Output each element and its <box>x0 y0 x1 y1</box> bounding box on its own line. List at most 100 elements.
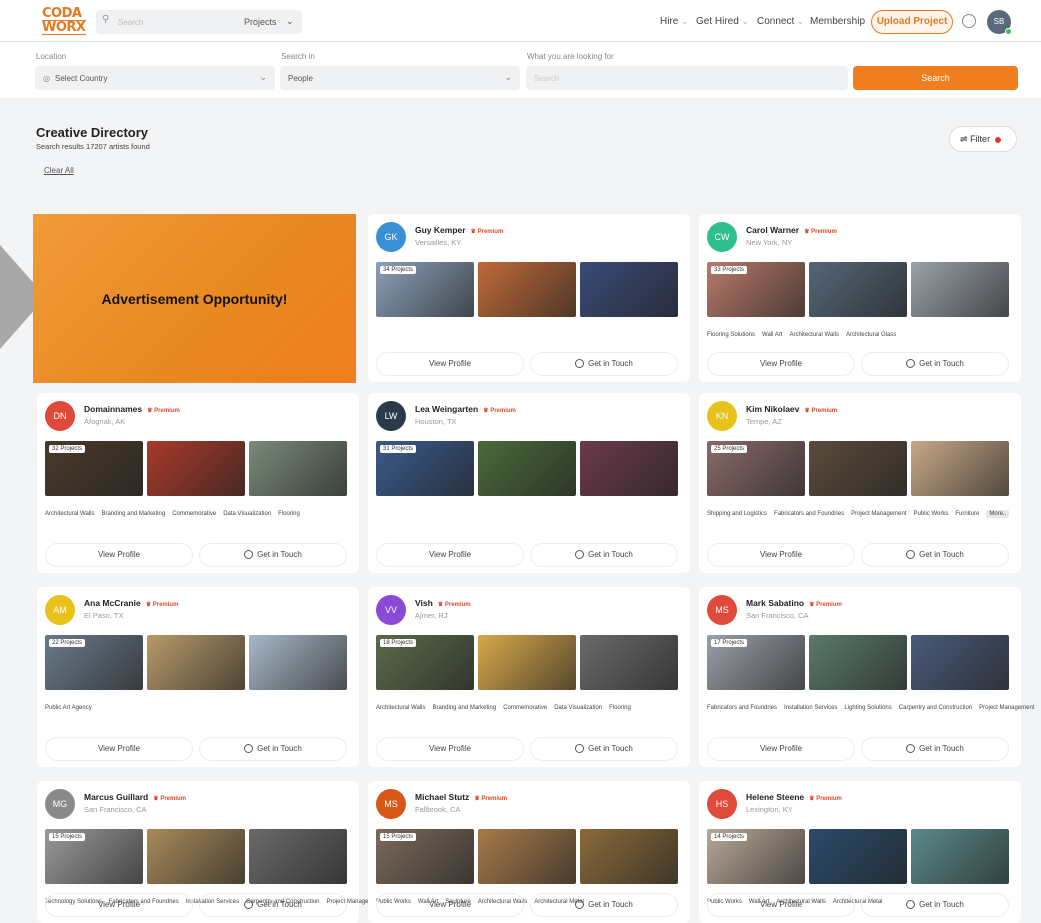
artist-avatar[interactable]: DN <box>45 401 75 431</box>
artist-name[interactable]: Domainnames ♛ Premium <box>84 404 180 414</box>
project-thumbnail[interactable] <box>809 441 907 496</box>
project-thumbnail[interactable] <box>580 262 678 317</box>
project-thumbnail[interactable] <box>911 262 1009 317</box>
project-thumbnail[interactable]: 15 Projects <box>45 829 143 884</box>
view-profile-button[interactable]: View Profile <box>376 737 524 761</box>
project-thumbnail[interactable]: 18 Projects <box>376 635 474 690</box>
view-profile-button[interactable]: View Profile <box>376 352 524 376</box>
artist-card[interactable]: MG Marcus Guillard ♛ Premium San Francisco,… <box>37 781 412 923</box>
upload-project-button[interactable]: Upload Project <box>871 10 953 34</box>
project-thumbnail[interactable]: 15 Projects <box>376 829 474 884</box>
artist-card[interactable]: LW Lea Weingarten ♛ Premium Houston, TX 31 P… <box>368 393 690 573</box>
get-in-touch-button[interactable]: Get in Touch <box>530 543 678 567</box>
view-profile-button[interactable]: View Profile <box>376 543 524 567</box>
project-thumbnail[interactable]: 14 Projects <box>707 829 805 884</box>
artist-card[interactable]: GK Guy Kemper ♛ Premium Versailles, KY 34 Pr… <box>368 214 690 382</box>
filter-button[interactable]: ⇌ Filter <box>949 126 1017 152</box>
category-tag[interactable]: Installation Services <box>784 705 837 711</box>
project-thumbnail[interactable] <box>580 829 678 884</box>
project-thumbnail[interactable] <box>911 441 1009 496</box>
codaworx-logo[interactable]: CODA WORX <box>42 7 86 35</box>
category-tag[interactable]: Branding and Marketing <box>432 705 496 711</box>
category-tag[interactable]: Flooring <box>278 511 300 517</box>
artist-avatar[interactable]: MG <box>45 789 75 819</box>
artist-card[interactable]: HS Helene Steene ♛ Premium Lexington, KY 14 … <box>699 781 1021 923</box>
project-thumbnail[interactable] <box>911 829 1009 884</box>
nav-get-hired[interactable]: Get Hired ⌄ <box>696 16 749 27</box>
category-tag[interactable]: Architectural Walls <box>789 332 838 338</box>
category-tag[interactable]: Project Management <box>979 705 1034 711</box>
category-tag[interactable]: Public Art Agency <box>45 705 92 711</box>
view-profile-button[interactable]: View Profile <box>45 737 193 761</box>
project-thumbnail[interactable] <box>478 441 576 496</box>
artist-name[interactable]: Marcus Guillard ♛ Premium <box>84 792 186 802</box>
artist-avatar[interactable]: HS <box>707 789 737 819</box>
get-in-touch-button[interactable]: Get in Touch <box>530 352 678 376</box>
artist-name[interactable]: Carol Warner ♛ Premium <box>746 225 837 235</box>
project-thumbnail[interactable] <box>147 635 245 690</box>
artist-card[interactable]: MS Mark Sabatino ♛ Premium San Francisco, C… <box>699 587 1035 767</box>
category-tag[interactable]: Commemorative <box>503 705 547 711</box>
global-search[interactable]: ⚲ Search Projects ⌄ <box>96 10 302 34</box>
artist-name[interactable]: Mark Sabatino ♛ Premium <box>746 598 842 608</box>
project-thumbnail[interactable] <box>249 441 347 496</box>
nav-hire[interactable]: Hire ⌄ <box>660 16 688 27</box>
get-in-touch-button[interactable]: Get in Touch <box>530 737 678 761</box>
get-in-touch-button[interactable]: Get in Touch <box>530 893 678 917</box>
project-thumbnail[interactable] <box>147 441 245 496</box>
category-tag[interactable]: Branding and Marketing <box>101 511 165 517</box>
project-thumbnail[interactable]: 31 Projects <box>376 441 474 496</box>
user-avatar[interactable]: SB <box>987 10 1012 35</box>
artist-name[interactable]: Lea Weingarten ♛ Premium <box>415 404 516 414</box>
artist-avatar[interactable]: CW <box>707 222 737 252</box>
category-tag[interactable]: Carpentry and Construction <box>899 705 972 711</box>
category-tag[interactable]: Data Visualization <box>223 511 271 517</box>
nav-membership[interactable]: Membership <box>810 16 865 27</box>
advertisement-banner[interactable]: Advertisement Opportunity! <box>33 214 356 383</box>
project-thumbnail[interactable] <box>478 635 576 690</box>
view-profile-button[interactable]: View Profile <box>707 543 855 567</box>
project-thumbnail[interactable]: 34 Projects <box>376 262 474 317</box>
get-in-touch-button[interactable]: Get in Touch <box>861 352 1009 376</box>
artist-avatar[interactable]: KN <box>707 401 737 431</box>
view-profile-button[interactable]: View Profile <box>707 352 855 376</box>
category-tag[interactable]: Architectural Walls <box>376 705 425 711</box>
artist-card[interactable]: CW Carol Warner ♛ Premium New York, NY 33 Pr… <box>699 214 1021 382</box>
artist-avatar[interactable]: GK <box>376 222 406 252</box>
category-tag[interactable]: Fabricators and Foundries <box>774 511 844 517</box>
location-select[interactable]: ◎ Select Country ⌄ <box>35 66 275 90</box>
project-thumbnail[interactable] <box>809 262 907 317</box>
artist-name[interactable]: Ana McCranie ♛ Premium <box>84 598 178 608</box>
search-button[interactable]: Search <box>853 66 1018 90</box>
get-in-touch-button[interactable]: Get in Touch <box>861 543 1009 567</box>
looking-for-input[interactable]: Search <box>526 66 848 90</box>
artist-name[interactable]: Guy Kemper ♛ Premium <box>415 225 503 235</box>
artist-avatar[interactable]: VV <box>376 595 406 625</box>
project-thumbnail[interactable] <box>478 262 576 317</box>
view-profile-button[interactable]: View Profile <box>45 543 193 567</box>
artist-avatar[interactable]: MS <box>707 595 737 625</box>
category-tag[interactable]: Data Visualization <box>554 705 602 711</box>
artist-name[interactable]: Kim Nikolaev ♛ Premium <box>746 404 837 414</box>
category-tag[interactable]: Shipping and Logistics <box>707 511 767 517</box>
view-profile-button[interactable]: View Profile <box>707 737 855 761</box>
project-thumbnail[interactable]: 17 Projects <box>707 635 805 690</box>
view-profile-button[interactable]: View Profile <box>707 893 855 917</box>
artist-avatar[interactable]: LW <box>376 401 406 431</box>
artist-name[interactable]: Michael Stutz ♛ Premium <box>415 792 507 802</box>
view-profile-button[interactable]: View Profile <box>45 893 193 917</box>
artist-card[interactable]: AM Ana McCranie ♛ Premium El Paso, TX 22 Pro… <box>37 587 359 767</box>
category-tag[interactable]: Commemorative <box>172 511 216 517</box>
get-in-touch-button[interactable]: Get in Touch <box>199 543 347 567</box>
artist-avatar[interactable]: MS <box>376 789 406 819</box>
more-tags-button[interactable]: More.. <box>986 510 1010 518</box>
artist-card[interactable]: KN Kim Nikolaev ♛ Premium Tempe, AZ 25 Proje… <box>699 393 1021 573</box>
project-thumbnail[interactable] <box>580 441 678 496</box>
get-in-touch-button[interactable]: Get in Touch <box>861 737 1009 761</box>
artist-card[interactable]: DN Domainnames ♛ Premium Afognak, AK 32 Proj… <box>37 393 359 573</box>
artist-name[interactable]: Helene Steene ♛ Premium <box>746 792 842 802</box>
category-tag[interactable]: Architectural Walls <box>45 511 94 517</box>
get-in-touch-button[interactable]: Get in Touch <box>861 893 1009 917</box>
artist-card[interactable]: VV Vish ♛ Premium Ajmer, RJ 18 Projects Archi… <box>368 587 690 767</box>
get-in-touch-button[interactable]: Get in Touch <box>199 737 347 761</box>
